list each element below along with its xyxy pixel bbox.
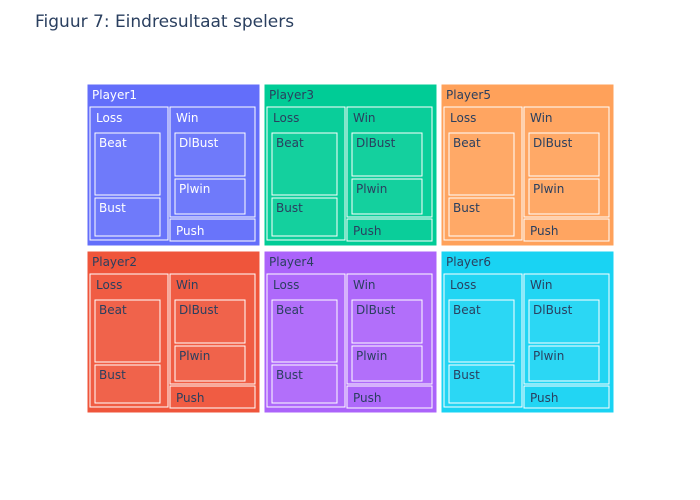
branch-label: Push (176, 391, 205, 405)
leaf-label: Bust (276, 368, 303, 382)
branch-label: Push (353, 391, 382, 405)
tile-label: Player4 (269, 255, 314, 269)
tile-player5: Player5 Loss Beat Bust Win DlBust Plwin Push (440, 83, 615, 247)
leaf-label: Beat (453, 136, 481, 150)
branch-label: Push (530, 224, 559, 238)
leaf-label: Bust (276, 201, 303, 215)
branch-label: Win (176, 278, 199, 292)
leaf-label: Beat (99, 136, 127, 150)
branch-label: Win (530, 278, 553, 292)
leaf-label: Beat (453, 303, 481, 317)
leaf-label: Bust (99, 368, 126, 382)
branch-label: Win (530, 111, 553, 125)
leaf-label: DlBust (356, 303, 396, 317)
leaf-label: Bust (99, 201, 126, 215)
branch-label: Loss (96, 111, 122, 125)
leaf-label: Bust (453, 368, 480, 382)
tile-player4: Player4 Loss Beat Bust Win DlBust Plwin Push (263, 250, 438, 414)
tile-player2: Player2 Loss Beat Bust Win DlBust Plwin Push (86, 250, 261, 414)
branch-label: Loss (450, 111, 476, 125)
leaf-label: DlBust (179, 303, 219, 317)
branch-label: Win (353, 278, 376, 292)
tile-label: Player2 (92, 255, 137, 269)
leaf-label: Beat (276, 303, 304, 317)
tile-player6: Player6 Loss Beat Bust Win DlBust Plwin Push (440, 250, 615, 414)
branch-label: Push (353, 224, 382, 238)
branch-label: Loss (273, 111, 299, 125)
branch-label: Win (176, 111, 199, 125)
tile-label: Player6 (446, 255, 491, 269)
leaf-label: DlBust (533, 136, 573, 150)
leaf-label: Plwin (356, 182, 387, 196)
branch-label: Loss (273, 278, 299, 292)
leaf-label: DlBust (179, 136, 219, 150)
leaf-label: Beat (99, 303, 127, 317)
branch-label: Loss (96, 278, 122, 292)
branch-label: Win (353, 111, 376, 125)
branch-label: Push (530, 391, 559, 405)
tile-label: Player1 (92, 88, 137, 102)
tile-label: Player3 (269, 88, 314, 102)
leaf-label: Plwin (179, 349, 210, 363)
leaf-label: Beat (276, 136, 304, 150)
leaf-label: Bust (453, 201, 480, 215)
leaf-label: Plwin (533, 349, 564, 363)
tile-player3: Player3 Loss Beat Bust Win DlBust Plwin Push (263, 83, 438, 247)
leaf-label: Plwin (179, 182, 210, 196)
leaf-label: DlBust (356, 136, 396, 150)
leaf-label: Plwin (356, 349, 387, 363)
tile-label: Player5 (446, 88, 491, 102)
leaf-label: Plwin (533, 182, 564, 196)
leaf-label: DlBust (533, 303, 573, 317)
tile-player1: Player1 Loss Beat Bust Win DlBust Plwin Push (86, 83, 261, 247)
branch-label: Push (176, 224, 205, 238)
treemap-chart: Player1LossBeatBustWinDlBustPlwinPushPla… (86, 83, 615, 414)
branch-label: Loss (450, 278, 476, 292)
